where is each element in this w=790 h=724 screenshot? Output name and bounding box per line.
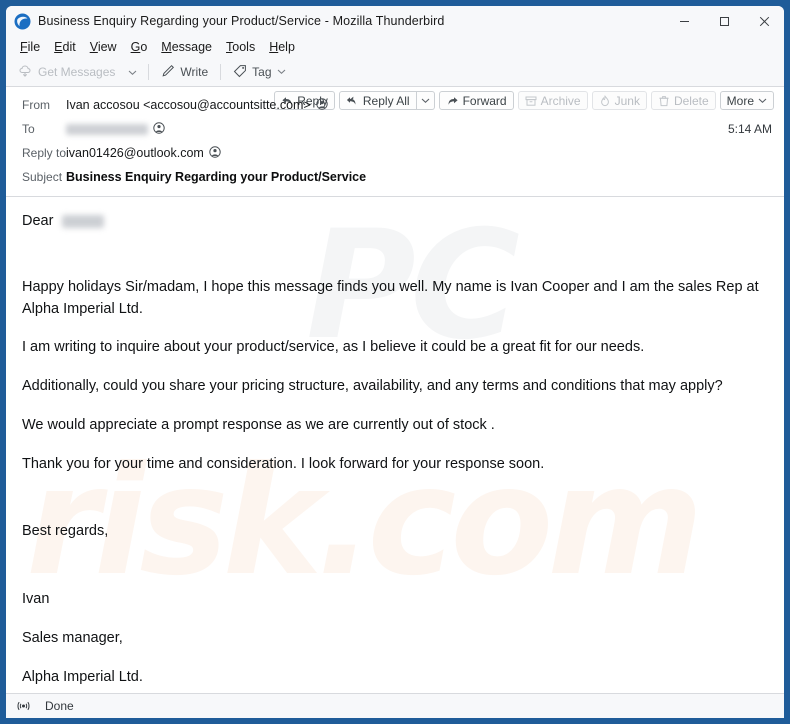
reply-to-contact-circle-icon[interactable] [209, 145, 221, 161]
body-paragraph-4: We would appreciate a prompt response as… [22, 416, 495, 433]
header-row-from: From Ivan accosou <accosou@accountsitte.… [6, 93, 784, 117]
main-toolbar: Get Messages Write Tag [6, 58, 784, 87]
menu-item-edit[interactable]: Edit [48, 38, 82, 56]
pencil-icon [161, 64, 175, 81]
body-greeting: Dear [22, 211, 768, 233]
greeting-text: Dear [22, 213, 54, 229]
get-messages-label: Get Messages [38, 65, 116, 79]
header-row-subject: Subject Business Enquiry Regarding your … [6, 165, 784, 189]
message-timestamp: 5:14 AM [727, 122, 772, 136]
toolbar-separator [148, 64, 150, 80]
to-value[interactable] [66, 121, 165, 137]
body-paragraph-1: Happy holidays Sir/madam, I hope this me… [22, 278, 759, 317]
maximize-icon[interactable] [704, 6, 744, 36]
body-paragraph-2: I am writing to inquire about your produ… [22, 339, 645, 356]
subject-value: Business Enquiry Regarding your Product/… [66, 170, 367, 184]
body-paragraph-5: Thank you for your time and consideratio… [22, 455, 545, 472]
body-closing: Best regards, [22, 523, 109, 540]
close-icon[interactable] [744, 6, 784, 36]
to-label: To [22, 122, 35, 136]
write-label: Write [180, 65, 209, 79]
menu-item-tools[interactable]: Tools [220, 38, 261, 56]
tag-chevron-down-icon [277, 65, 286, 79]
get-messages-dropdown[interactable] [122, 65, 143, 80]
window-controls [664, 6, 784, 36]
tag-label: Tag [252, 65, 272, 79]
status-bar: Done [6, 693, 784, 718]
window-title: Business Enquiry Regarding your Product/… [38, 14, 445, 28]
subject-label: Subject [22, 170, 63, 184]
message-header: Reply Reply All Forward Archive Junk Del… [6, 87, 784, 197]
signature-line-2: Sales manager, [22, 629, 123, 646]
menu-item-message[interactable]: Message [155, 38, 218, 56]
menu-bar: File Edit View Go Message Tools Help [6, 36, 784, 58]
greeting-name-redacted [62, 215, 105, 229]
tag-icon [233, 64, 247, 81]
status-text: Done [45, 699, 74, 713]
menu-item-go[interactable]: Go [125, 38, 154, 56]
broadcast-icon [16, 700, 31, 712]
menu-item-view[interactable]: View [84, 38, 123, 56]
to-address-redacted [66, 123, 148, 135]
thunderbird-window: Business Enquiry Regarding your Product/… [0, 0, 790, 724]
body-paragraph-3: Additionally, could you share your prici… [22, 378, 723, 394]
get-messages-button[interactable]: Get Messages [12, 61, 122, 84]
thunderbird-logo-icon [14, 13, 31, 30]
message-body-text: Dear Happy holidays Sir/madam, I hope th… [22, 211, 768, 693]
reply-to-value[interactable]: ivan01426@outlook.com [66, 145, 221, 161]
minimize-icon[interactable] [664, 6, 704, 36]
from-label: From [22, 98, 50, 112]
download-messages-icon [19, 64, 33, 81]
title-bar: Business Enquiry Regarding your Product/… [6, 6, 784, 36]
reply-to-label: Reply to [22, 146, 67, 160]
tag-button[interactable]: Tag [226, 61, 292, 84]
signature-line-3: Alpha Imperial Ltd. [22, 668, 143, 685]
header-row-to: To 5:14 AM [6, 117, 784, 141]
menu-item-help[interactable]: Help [263, 38, 301, 56]
reply-to-address-text: ivan01426@outlook.com [66, 146, 204, 160]
from-value[interactable]: Ivan accosou <accosou@accountsitte.com> [66, 97, 328, 113]
toolbar-separator-2 [220, 64, 222, 80]
header-row-reply-to: Reply to ivan01426@outlook.com [6, 141, 784, 165]
write-button[interactable]: Write [154, 61, 215, 84]
signature-line-1: Ivan [22, 591, 50, 607]
from-contact-circle-icon[interactable] [316, 97, 328, 113]
chevron-down-icon [128, 70, 137, 75]
menu-item-file[interactable]: File [14, 38, 46, 56]
from-address-text: Ivan accosou <accosou@accountsitte.com> [66, 98, 311, 112]
to-contact-circle-icon[interactable] [153, 121, 165, 137]
message-body: PC risk.com Dear Happy holidays Sir/mada… [6, 197, 784, 693]
